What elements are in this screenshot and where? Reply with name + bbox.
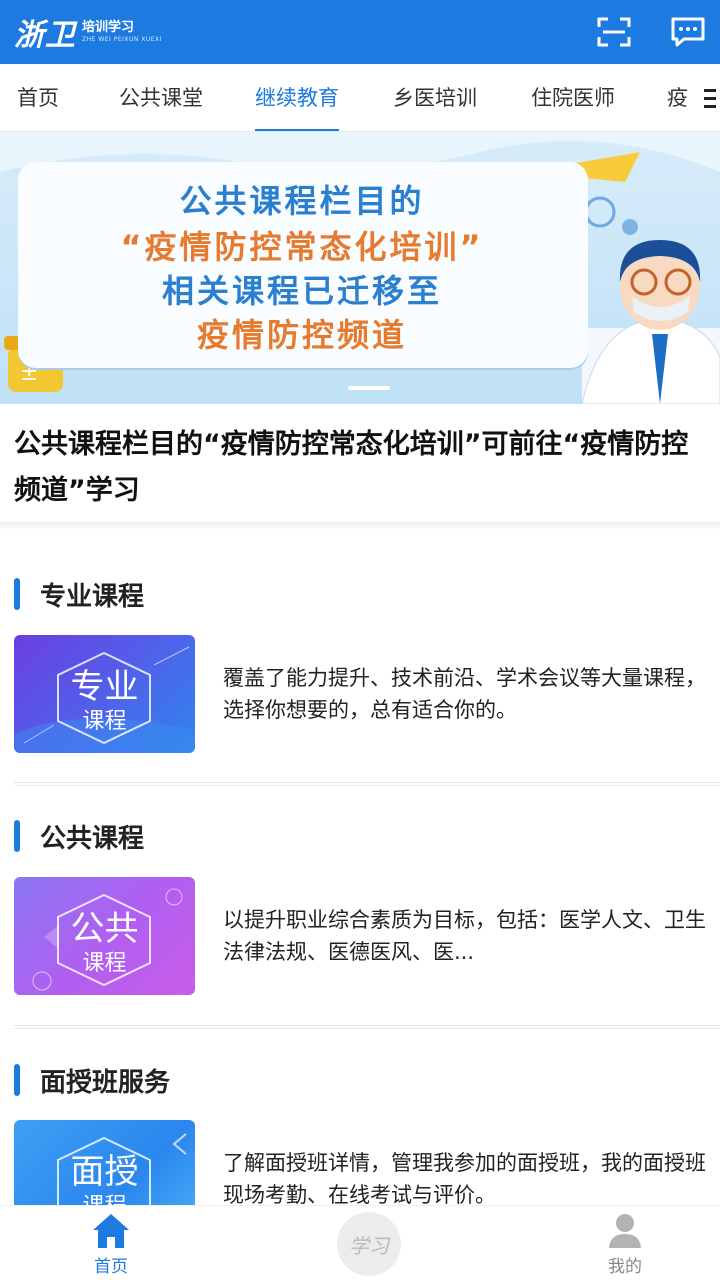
nav-home[interactable]: 首页 <box>76 1206 146 1280</box>
section-accent-bar <box>14 578 20 610</box>
section-divider <box>14 782 720 786</box>
nav-home-label: 首页 <box>94 1257 128 1277</box>
app-header: 浙卫 培训学习 ZHE WEI PEIXUN XUEXI <box>0 0 720 64</box>
section-divider <box>14 1025 720 1029</box>
professional-course-thumbnail: 专业 课程 <box>14 635 195 753</box>
tab-continuing-education[interactable]: 继续教育 <box>255 64 339 131</box>
app-logo: 浙卫 培训学习 ZHE WEI PEIXUN XUEXI <box>14 10 162 54</box>
nav-mine[interactable]: 我的 <box>590 1206 660 1280</box>
tab-rural-doctor-training[interactable]: 乡医培训 <box>393 64 477 131</box>
banner-pagination-indicator <box>348 386 390 390</box>
nav-study[interactable]: 学习 <box>334 1206 404 1280</box>
public-course-thumbnail: 公共 课程 <box>14 877 195 995</box>
banner-line-3: 相关课程已迁移至 <box>161 272 442 310</box>
tab-public-class[interactable]: 公共课堂 <box>119 64 203 131</box>
bottom-navigation: 首页 学习 我的 <box>0 1205 720 1280</box>
nav-mine-label: 我的 <box>608 1257 642 1277</box>
logo-main-text: 浙卫 <box>14 18 76 53</box>
banner-line-1: 公共课程栏目的 <box>179 182 425 220</box>
scan-icon[interactable] <box>596 14 632 50</box>
study-icon: 学习 <box>337 1212 401 1276</box>
caption-separator <box>0 522 720 530</box>
professional-course-description: 覆盖了能力提升、技术前沿、学术会议等大量课程，选择你想要的，总有适合你的。 <box>223 666 706 722</box>
home-icon <box>93 1214 129 1248</box>
section-accent-bar <box>14 820 20 852</box>
banner-line-2: “疫情防控常态化培训” <box>120 228 484 266</box>
logo-en-text: ZHE WEI PEIXUN XUEXI <box>82 36 162 43</box>
tab-epidemic[interactable]: 疫 <box>667 64 688 131</box>
user-icon <box>609 1214 641 1248</box>
professional-course-card[interactable]: 专业 课程 覆盖了能力提升、技术前沿、学术会议等大量课程，选择你想要的，总有适合… <box>14 635 720 753</box>
public-course-card[interactable]: 公共 课程 以提升职业综合素质为目标，包括：医学人文、卫生法律法规、医德医风、医… <box>14 877 720 995</box>
banner-line-4: 疫情防控频道 <box>196 316 407 354</box>
category-tabs: 首页 公共课堂 继续教育 乡医培训 住院医师 疫 <box>0 64 720 132</box>
message-icon[interactable] <box>670 14 706 50</box>
public-course-description: 以提升职业综合素质为目标，包括：医学人文、卫生法律法规、医德医风、医... <box>223 908 706 964</box>
section-accent-bar <box>14 1064 20 1096</box>
menu-icon[interactable] <box>698 64 720 131</box>
promo-banner[interactable]: ± 公共课程栏目的 “疫情防控常态化培训” 相关课程已迁移至 疫情防控频道 <box>0 132 720 404</box>
face-to-face-course-description: 了解面授班详情，管理我参加的面授班，我的面授班现场考勤、在线考试与评价。 <box>223 1151 706 1207</box>
section-title-face-to-face: 面授班服务 <box>14 1062 170 1098</box>
section-title-professional: 专业课程 <box>14 576 144 612</box>
banner-caption[interactable]: 公共课程栏目的“疫情防控常态化培训”可前往“疫情防控频道”学习 <box>14 422 710 514</box>
logo-sub-text: 培训学习 <box>82 20 135 35</box>
tab-home[interactable]: 首页 <box>17 64 59 131</box>
tab-resident-physician[interactable]: 住院医师 <box>531 64 615 131</box>
section-title-public: 公共课程 <box>14 818 144 854</box>
